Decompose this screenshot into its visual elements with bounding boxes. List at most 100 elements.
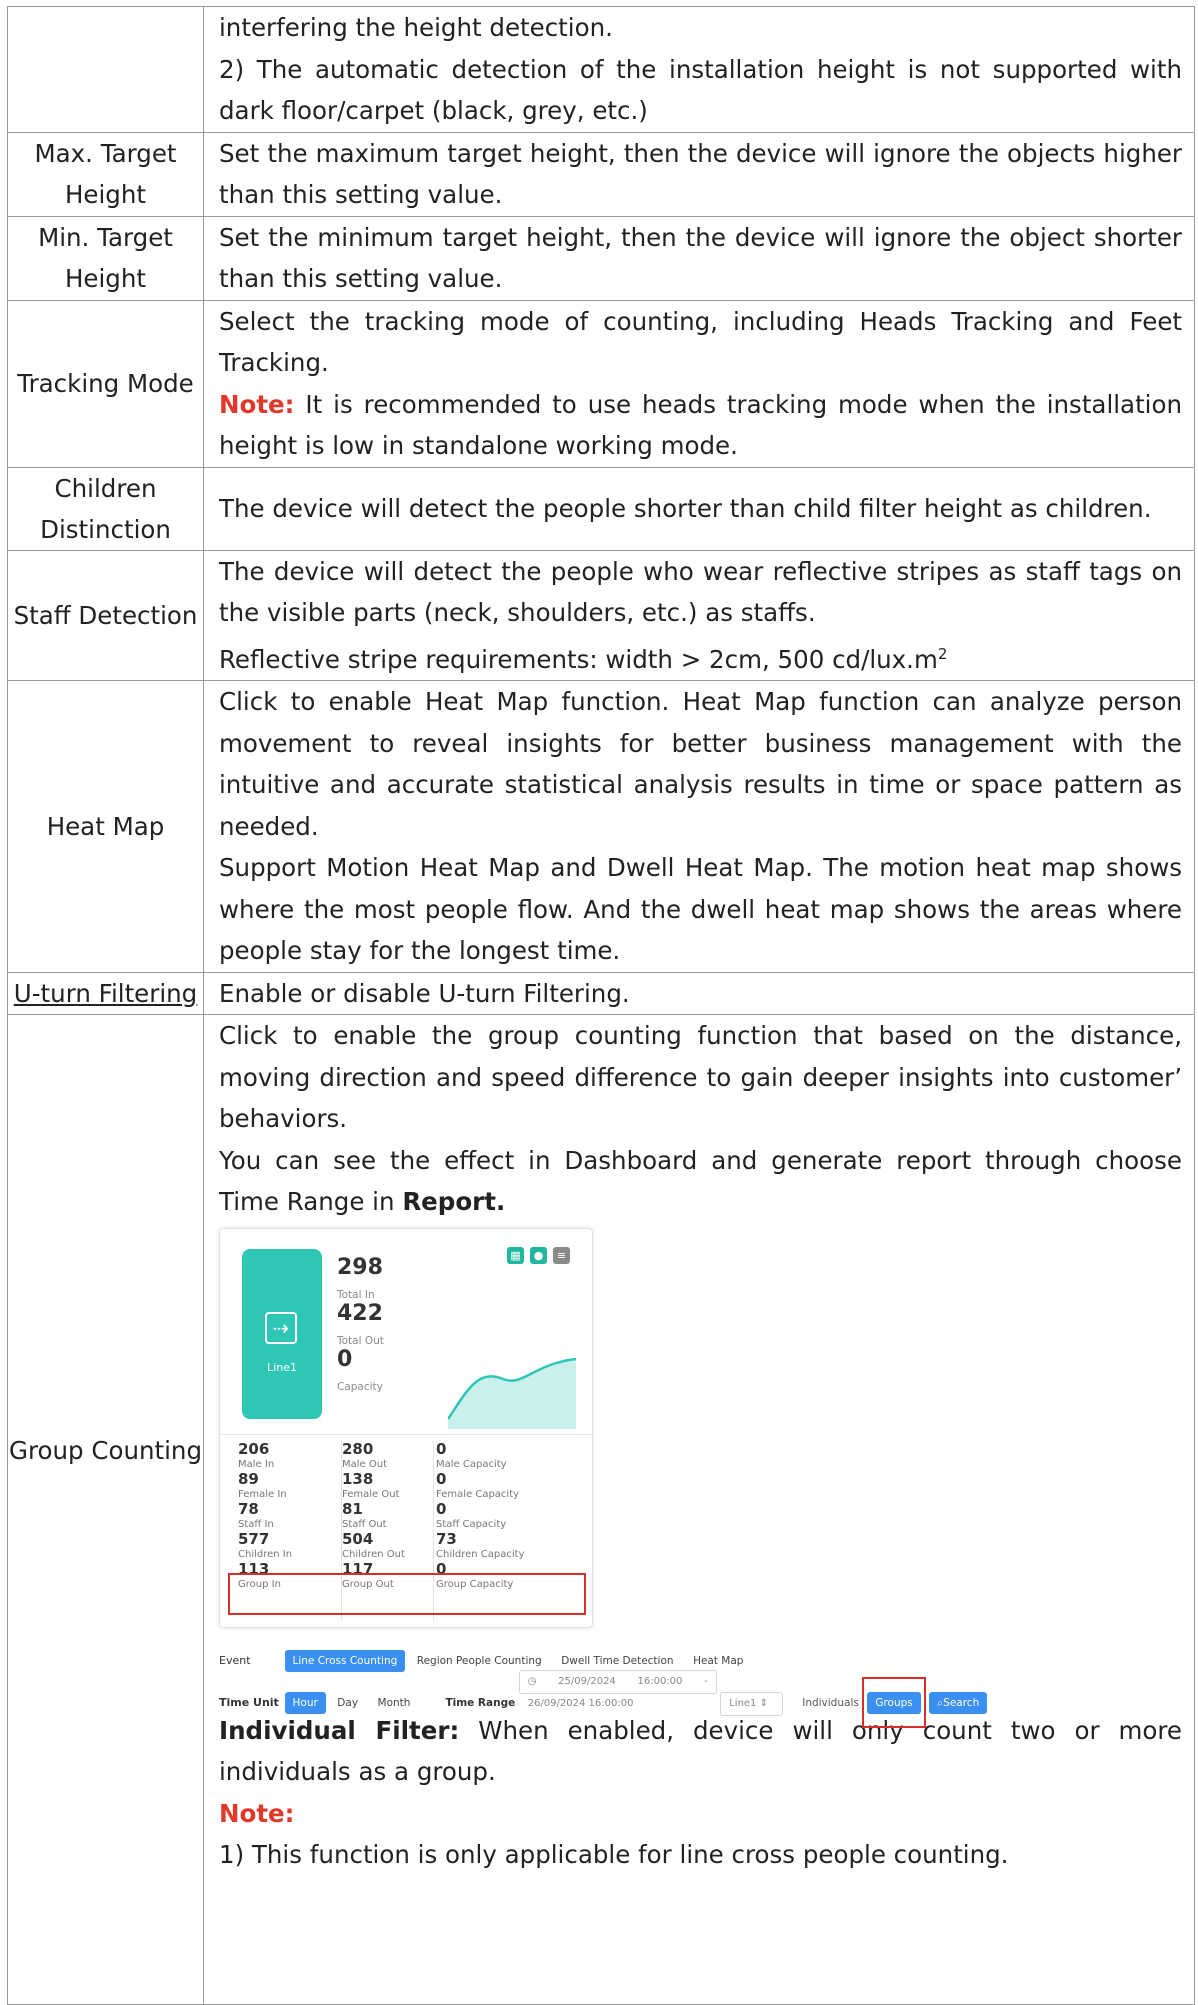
table-row: U-turn Filtering Enable or disable U-tur… bbox=[7, 971, 1195, 1016]
desc-text: Click to enable the group counting funct… bbox=[219, 1021, 1182, 1134]
stat-value: 206 bbox=[238, 1439, 270, 1458]
row-description: Select the tracking mode of counting, in… bbox=[203, 299, 1195, 468]
stat-label: Female Capacity bbox=[436, 1488, 520, 1500]
line-select-value: Line1 bbox=[729, 1697, 757, 1709]
desc-text-2: Reflective stripe requirements: width > … bbox=[219, 634, 1182, 681]
filter-bar: Time Unit Hour Day Month Time Range ◷ 25… bbox=[219, 1669, 988, 1729]
superscript: 2 bbox=[937, 644, 948, 663]
desc-text: Click to enable Heat Map function. Heat … bbox=[219, 687, 1182, 841]
note-label: Note: bbox=[219, 1798, 295, 1828]
stat-label: Male Capacity bbox=[436, 1458, 507, 1470]
note-text: It is recommended to use heads tracking … bbox=[219, 389, 1182, 461]
table-row: Max. Target Height Set the maximum targe… bbox=[7, 131, 1195, 217]
search-button[interactable]: ⌕Search bbox=[929, 1691, 988, 1714]
stat-label: Children In bbox=[238, 1548, 293, 1560]
row-label: Min. Target Height bbox=[7, 215, 204, 301]
table-row: Group Counting Click to enable the group… bbox=[7, 1014, 1198, 2005]
row-label: Children Distinction bbox=[7, 466, 204, 551]
stat-value: 0 bbox=[436, 1499, 447, 1518]
tab-line-cross-counting[interactable]: Line Cross Counting bbox=[284, 1649, 406, 1672]
stat-cell: 0 Female Capacity bbox=[436, 1470, 546, 1501]
table-row: Min. Target Height Set the minimum targe… bbox=[7, 215, 1195, 301]
stat-value: 577 bbox=[238, 1529, 270, 1548]
grid-view-icon[interactable]: ▦ bbox=[507, 1246, 524, 1264]
row-label: U-turn Filtering bbox=[7, 971, 204, 1016]
individuals-option[interactable]: Individuals bbox=[802, 1697, 859, 1709]
trend-chart bbox=[448, 1357, 576, 1429]
stat-value: 78 bbox=[238, 1499, 259, 1518]
row-label bbox=[7, 6, 204, 133]
row-label: Tracking Mode bbox=[7, 299, 204, 468]
clock-icon: ◷ bbox=[527, 1675, 559, 1687]
row-label: Group Counting bbox=[7, 1014, 204, 2005]
time-range-input[interactable]: ◷ 25/09/2024 16:00:00 - 26/09/2024 16:00… bbox=[518, 1669, 717, 1709]
tab-dwell-time-detection[interactable]: Dwell Time Detection bbox=[553, 1650, 681, 1672]
view-toggle-group: ▦ ● ≡ bbox=[507, 1246, 570, 1264]
search-label: Search bbox=[943, 1696, 980, 1709]
note-label: Note: bbox=[219, 389, 295, 419]
table-row: Children Distinction The device will det… bbox=[7, 466, 1195, 551]
line-name: Line1 bbox=[267, 1360, 297, 1374]
stat-cell: 0 Male Capacity bbox=[436, 1439, 546, 1471]
unit-hour-button[interactable]: Hour bbox=[284, 1691, 326, 1714]
trend-area bbox=[448, 1358, 576, 1429]
stat-label: Staff Capacity bbox=[436, 1518, 507, 1530]
desc-text: The device will detect the people who we… bbox=[219, 556, 1182, 628]
stat-label: Male In bbox=[238, 1458, 275, 1470]
row-description: Enable or disable U-turn Filtering. bbox=[203, 971, 1195, 1016]
stat-label: Children Capacity bbox=[436, 1548, 525, 1560]
table-row: Staff Detection The device will detect t… bbox=[7, 549, 1195, 682]
row-label: Heat Map bbox=[7, 680, 204, 973]
row-label: Staff Detection bbox=[7, 549, 204, 682]
table-row: interfering the height detection. 2) The… bbox=[7, 6, 1195, 133]
row-description: Click to enable the group counting funct… bbox=[203, 1014, 1198, 2005]
stepper-icon: ⇕ bbox=[759, 1697, 768, 1709]
stat-label: Staff In bbox=[238, 1518, 274, 1530]
row-label: Max. Target Height bbox=[7, 131, 204, 217]
tab-heat-map[interactable]: Heat Map bbox=[685, 1650, 751, 1672]
group-highlight-box bbox=[228, 1572, 586, 1615]
stat-value: 89 bbox=[238, 1469, 259, 1488]
settings-table: interfering the height detection. 2) The… bbox=[7, 6, 1195, 2005]
row-description: Set the minimum target height, then the … bbox=[203, 215, 1195, 301]
u-turn-link[interactable]: U-turn Filtering bbox=[14, 979, 197, 1008]
time-range-label: Time Range bbox=[445, 1696, 516, 1709]
table-row: Heat Map Click to enable Heat Map functi… bbox=[7, 680, 1195, 973]
row-description: Set the maximum target height, then the … bbox=[203, 131, 1195, 217]
line-badge: ⇢ Line1 bbox=[242, 1248, 322, 1419]
unit-month-button[interactable]: Month bbox=[370, 1692, 419, 1714]
line-counting-card: ⇢ Line1 298 Total In 422 Total Out 0 Cap… bbox=[219, 1227, 593, 1628]
row-description: The device will detect the people shorte… bbox=[203, 466, 1195, 551]
groups-button[interactable]: Groups bbox=[867, 1691, 921, 1714]
report-bold: Report. bbox=[402, 1187, 506, 1217]
unit-day-button[interactable]: Day bbox=[329, 1692, 366, 1714]
person-view-icon[interactable]: ● bbox=[530, 1246, 547, 1264]
requirement-text: Reflective stripe requirements: width > … bbox=[219, 644, 938, 674]
desc-text: Select the tracking mode of counting, in… bbox=[219, 306, 1182, 378]
desc-text-2: Support Motion Heat Map and Dwell Heat M… bbox=[219, 853, 1182, 966]
desc-line: interfering the height detection. bbox=[219, 13, 613, 42]
stat-value: 0 bbox=[436, 1439, 447, 1458]
time-unit-label: Time Unit bbox=[219, 1695, 279, 1709]
dashboard-screenshot: ⇢ Line1 298 Total In 422 Total Out 0 Cap… bbox=[219, 1227, 1198, 1729]
row-description: interfering the height detection. 2) The… bbox=[203, 6, 1195, 133]
desc-line: 2) The automatic detection of the instal… bbox=[219, 54, 1182, 126]
row-description: The device will detect the people who we… bbox=[203, 549, 1195, 682]
stat-cell: 206 Male In bbox=[238, 1439, 348, 1471]
stat-label: Female In bbox=[238, 1488, 287, 1500]
groups-highlight-box: Groups bbox=[862, 1676, 926, 1729]
note-item-1: 1) This function is only applicable for … bbox=[219, 1840, 1009, 1870]
stat-cell: 89 Female In bbox=[238, 1469, 348, 1501]
card-divider bbox=[220, 1433, 592, 1435]
person-walk-icon: ⇢ bbox=[265, 1311, 297, 1344]
line-select[interactable]: Line1 ⇕ bbox=[720, 1691, 784, 1716]
row-description: Click to enable Heat Map function. Heat … bbox=[203, 680, 1195, 973]
desc-text-2-main: You can see the effect in Dashboard and … bbox=[219, 1145, 1182, 1217]
list-view-icon[interactable]: ≡ bbox=[553, 1246, 570, 1264]
tab-region-people-counting[interactable]: Region People Counting bbox=[409, 1650, 550, 1672]
note-paragraph: Note: It is recommended to use heads tra… bbox=[219, 384, 1182, 467]
stat-cell: 577 Children In bbox=[238, 1529, 348, 1561]
table-row: Tracking Mode Select the tracking mode o… bbox=[7, 299, 1195, 468]
desc-text-2: You can see the effect in Dashboard and … bbox=[219, 1140, 1182, 1223]
stat-cell: 78 Staff In bbox=[238, 1499, 348, 1531]
